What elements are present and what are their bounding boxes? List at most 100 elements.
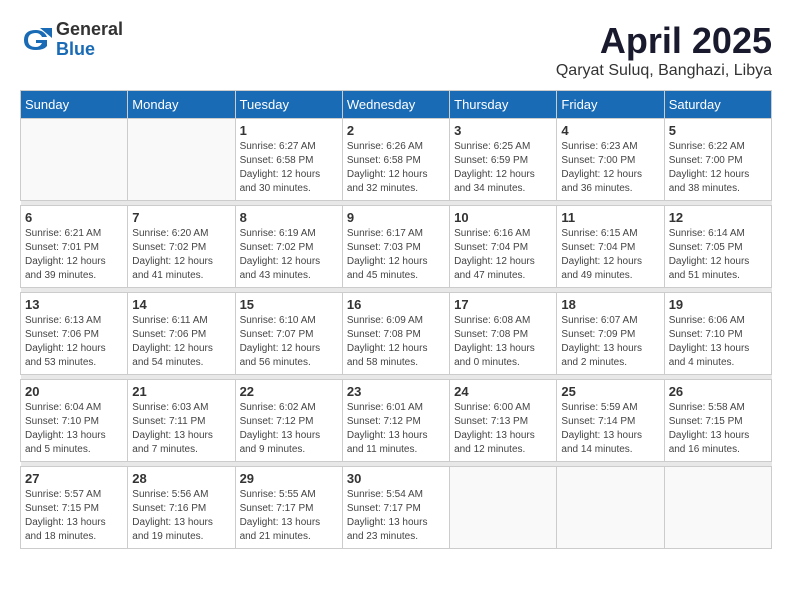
table-row: 16 Sunrise: 6:09 AMSunset: 7:08 PMDaylig… xyxy=(342,293,449,375)
day-info: Sunrise: 5:58 AMSunset: 7:15 PMDaylight:… xyxy=(669,401,767,457)
day-info: Sunrise: 6:10 AMSunset: 7:07 PMDaylight:… xyxy=(240,314,338,370)
day-number: 10 xyxy=(454,210,552,225)
calendar-week-5: 27 Sunrise: 5:57 AMSunset: 7:15 PMDaylig… xyxy=(21,467,772,549)
table-row: 25 Sunrise: 5:59 AMSunset: 7:14 PMDaylig… xyxy=(557,380,664,462)
day-info: Sunrise: 5:55 AMSunset: 7:17 PMDaylight:… xyxy=(240,488,338,544)
day-number: 7 xyxy=(132,210,230,225)
col-tuesday: Tuesday xyxy=(235,91,342,119)
day-number: 21 xyxy=(132,384,230,399)
day-info: Sunrise: 6:03 AMSunset: 7:11 PMDaylight:… xyxy=(132,401,230,457)
table-row: 3 Sunrise: 6:25 AMSunset: 6:59 PMDayligh… xyxy=(450,119,557,201)
col-wednesday: Wednesday xyxy=(342,91,449,119)
table-row: 4 Sunrise: 6:23 AMSunset: 7:00 PMDayligh… xyxy=(557,119,664,201)
table-row xyxy=(557,467,664,549)
calendar-week-1: 1 Sunrise: 6:27 AMSunset: 6:58 PMDayligh… xyxy=(21,119,772,201)
day-number: 16 xyxy=(347,297,445,312)
day-number: 4 xyxy=(561,123,659,138)
day-number: 15 xyxy=(240,297,338,312)
table-row: 9 Sunrise: 6:17 AMSunset: 7:03 PMDayligh… xyxy=(342,206,449,288)
day-number: 1 xyxy=(240,123,338,138)
day-info: Sunrise: 5:56 AMSunset: 7:16 PMDaylight:… xyxy=(132,488,230,544)
table-row: 19 Sunrise: 6:06 AMSunset: 7:10 PMDaylig… xyxy=(664,293,771,375)
day-number: 5 xyxy=(669,123,767,138)
day-number: 6 xyxy=(25,210,123,225)
col-friday: Friday xyxy=(557,91,664,119)
day-number: 22 xyxy=(240,384,338,399)
day-info: Sunrise: 6:13 AMSunset: 7:06 PMDaylight:… xyxy=(25,314,123,370)
logo-icon xyxy=(20,24,52,56)
logo-general: General xyxy=(56,20,123,40)
day-info: Sunrise: 6:27 AMSunset: 6:58 PMDaylight:… xyxy=(240,140,338,196)
day-info: Sunrise: 6:16 AMSunset: 7:04 PMDaylight:… xyxy=(454,227,552,283)
calendar-week-3: 13 Sunrise: 6:13 AMSunset: 7:06 PMDaylig… xyxy=(21,293,772,375)
day-number: 24 xyxy=(454,384,552,399)
table-row: 7 Sunrise: 6:20 AMSunset: 7:02 PMDayligh… xyxy=(128,206,235,288)
day-info: Sunrise: 6:17 AMSunset: 7:03 PMDaylight:… xyxy=(347,227,445,283)
day-number: 13 xyxy=(25,297,123,312)
day-number: 20 xyxy=(25,384,123,399)
day-number: 29 xyxy=(240,471,338,486)
table-row: 22 Sunrise: 6:02 AMSunset: 7:12 PMDaylig… xyxy=(235,380,342,462)
day-info: Sunrise: 6:01 AMSunset: 7:12 PMDaylight:… xyxy=(347,401,445,457)
day-number: 17 xyxy=(454,297,552,312)
table-row: 10 Sunrise: 6:16 AMSunset: 7:04 PMDaylig… xyxy=(450,206,557,288)
logo-text: General Blue xyxy=(56,20,123,60)
day-info: Sunrise: 6:02 AMSunset: 7:12 PMDaylight:… xyxy=(240,401,338,457)
day-info: Sunrise: 6:26 AMSunset: 6:58 PMDaylight:… xyxy=(347,140,445,196)
day-info: Sunrise: 6:07 AMSunset: 7:09 PMDaylight:… xyxy=(561,314,659,370)
table-row: 21 Sunrise: 6:03 AMSunset: 7:11 PMDaylig… xyxy=(128,380,235,462)
day-info: Sunrise: 6:09 AMSunset: 7:08 PMDaylight:… xyxy=(347,314,445,370)
table-row: 13 Sunrise: 6:13 AMSunset: 7:06 PMDaylig… xyxy=(21,293,128,375)
table-row: 15 Sunrise: 6:10 AMSunset: 7:07 PMDaylig… xyxy=(235,293,342,375)
day-number: 23 xyxy=(347,384,445,399)
day-info: Sunrise: 6:06 AMSunset: 7:10 PMDaylight:… xyxy=(669,314,767,370)
day-info: Sunrise: 6:11 AMSunset: 7:06 PMDaylight:… xyxy=(132,314,230,370)
table-row: 12 Sunrise: 6:14 AMSunset: 7:05 PMDaylig… xyxy=(664,206,771,288)
table-row: 11 Sunrise: 6:15 AMSunset: 7:04 PMDaylig… xyxy=(557,206,664,288)
col-sunday: Sunday xyxy=(21,91,128,119)
table-row: 30 Sunrise: 5:54 AMSunset: 7:17 PMDaylig… xyxy=(342,467,449,549)
day-info: Sunrise: 6:15 AMSunset: 7:04 PMDaylight:… xyxy=(561,227,659,283)
day-number: 14 xyxy=(132,297,230,312)
page-header: General Blue April 2025 Qaryat Suluq, Ba… xyxy=(20,20,772,80)
day-info: Sunrise: 6:04 AMSunset: 7:10 PMDaylight:… xyxy=(25,401,123,457)
table-row xyxy=(21,119,128,201)
table-row xyxy=(450,467,557,549)
day-number: 28 xyxy=(132,471,230,486)
day-info: Sunrise: 6:21 AMSunset: 7:01 PMDaylight:… xyxy=(25,227,123,283)
table-row xyxy=(128,119,235,201)
day-info: Sunrise: 6:00 AMSunset: 7:13 PMDaylight:… xyxy=(454,401,552,457)
day-number: 12 xyxy=(669,210,767,225)
table-row: 6 Sunrise: 6:21 AMSunset: 7:01 PMDayligh… xyxy=(21,206,128,288)
col-monday: Monday xyxy=(128,91,235,119)
calendar-table: Sunday Monday Tuesday Wednesday Thursday… xyxy=(20,90,772,549)
table-row: 27 Sunrise: 5:57 AMSunset: 7:15 PMDaylig… xyxy=(21,467,128,549)
location-title: Qaryat Suluq, Banghazi, Libya xyxy=(556,62,772,80)
table-row: 18 Sunrise: 6:07 AMSunset: 7:09 PMDaylig… xyxy=(557,293,664,375)
day-number: 11 xyxy=(561,210,659,225)
day-info: Sunrise: 6:23 AMSunset: 7:00 PMDaylight:… xyxy=(561,140,659,196)
day-number: 2 xyxy=(347,123,445,138)
day-info: Sunrise: 6:08 AMSunset: 7:08 PMDaylight:… xyxy=(454,314,552,370)
day-info: Sunrise: 5:59 AMSunset: 7:14 PMDaylight:… xyxy=(561,401,659,457)
calendar-week-4: 20 Sunrise: 6:04 AMSunset: 7:10 PMDaylig… xyxy=(21,380,772,462)
day-info: Sunrise: 6:20 AMSunset: 7:02 PMDaylight:… xyxy=(132,227,230,283)
day-info: Sunrise: 6:19 AMSunset: 7:02 PMDaylight:… xyxy=(240,227,338,283)
table-row: 2 Sunrise: 6:26 AMSunset: 6:58 PMDayligh… xyxy=(342,119,449,201)
calendar-week-2: 6 Sunrise: 6:21 AMSunset: 7:01 PMDayligh… xyxy=(21,206,772,288)
day-number: 19 xyxy=(669,297,767,312)
day-number: 26 xyxy=(669,384,767,399)
day-number: 8 xyxy=(240,210,338,225)
table-row: 23 Sunrise: 6:01 AMSunset: 7:12 PMDaylig… xyxy=(342,380,449,462)
day-info: Sunrise: 5:54 AMSunset: 7:17 PMDaylight:… xyxy=(347,488,445,544)
day-number: 9 xyxy=(347,210,445,225)
day-info: Sunrise: 6:22 AMSunset: 7:00 PMDaylight:… xyxy=(669,140,767,196)
logo-blue: Blue xyxy=(56,40,123,60)
day-number: 30 xyxy=(347,471,445,486)
day-info: Sunrise: 6:14 AMSunset: 7:05 PMDaylight:… xyxy=(669,227,767,283)
day-number: 27 xyxy=(25,471,123,486)
logo: General Blue xyxy=(20,20,123,60)
calendar-header-row: Sunday Monday Tuesday Wednesday Thursday… xyxy=(21,91,772,119)
month-title: April 2025 xyxy=(556,20,772,62)
day-number: 25 xyxy=(561,384,659,399)
